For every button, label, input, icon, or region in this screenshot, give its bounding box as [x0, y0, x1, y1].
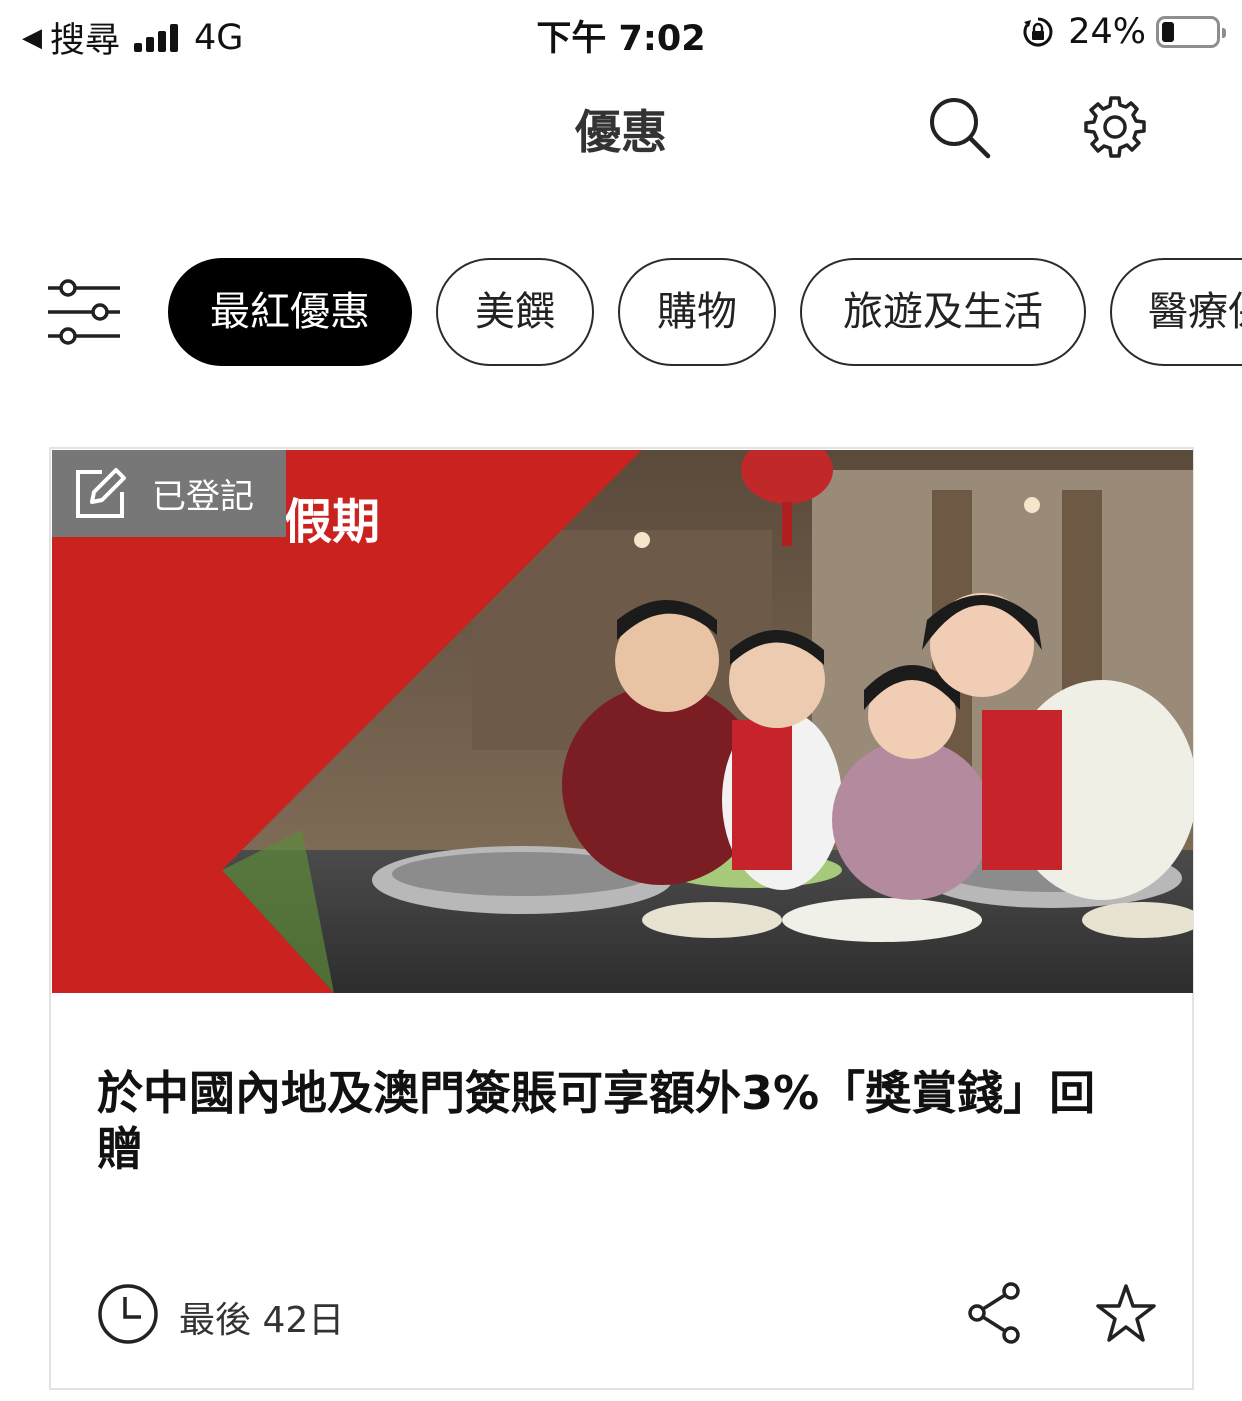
offer-deadline: 最後 42日 [179, 1300, 345, 1341]
chip-travel-lifestyle[interactable]: 旅遊及生活 [800, 258, 1086, 366]
registered-badge: 已登記 [52, 450, 286, 537]
offer-title[interactable]: 於中國內地及澳門簽賬可享額外3%「獎賞錢」回贈 [97, 1065, 1137, 1177]
chip-medical[interactable]: 醫療保 [1110, 258, 1242, 366]
page-title: 優惠 [575, 105, 667, 159]
gear-icon[interactable] [1082, 94, 1148, 160]
battery-percent: 24% [1068, 12, 1146, 52]
battery-icon [1156, 16, 1226, 48]
registered-label: 已登記 [152, 477, 254, 517]
filter-sliders-icon[interactable] [46, 278, 122, 346]
edit-icon [76, 467, 126, 518]
chip-top-offers[interactable]: 最紅優惠 [168, 258, 412, 366]
app-header: 優惠 [0, 66, 1242, 196]
category-filter-bar: 最紅優惠 美饌 購物 旅遊及生活 醫療保 [0, 258, 1242, 368]
chip-shopping[interactable]: 購物 [618, 258, 776, 366]
offer-footer: 最後 42日 [97, 1281, 1157, 1345]
lock-rotation-icon [1023, 17, 1053, 47]
share-icon[interactable] [965, 1281, 1025, 1345]
search-icon[interactable] [926, 94, 992, 160]
banner-headline: 假期 [284, 494, 381, 550]
clock-icon [98, 1284, 158, 1344]
chip-dining[interactable]: 美饌 [436, 258, 594, 366]
battery-level [1162, 22, 1174, 42]
status-bar: ◀ 搜尋 4G 下午 7:02 24% [0, 0, 1242, 66]
star-icon[interactable] [1095, 1283, 1157, 1345]
status-right: 24% [1022, 12, 1226, 52]
offer-card[interactable]: 假期 已登記 於中國內地及澳門簽賬可享額外3%「獎賞錢」回贈 最後 42日 [49, 447, 1194, 1390]
